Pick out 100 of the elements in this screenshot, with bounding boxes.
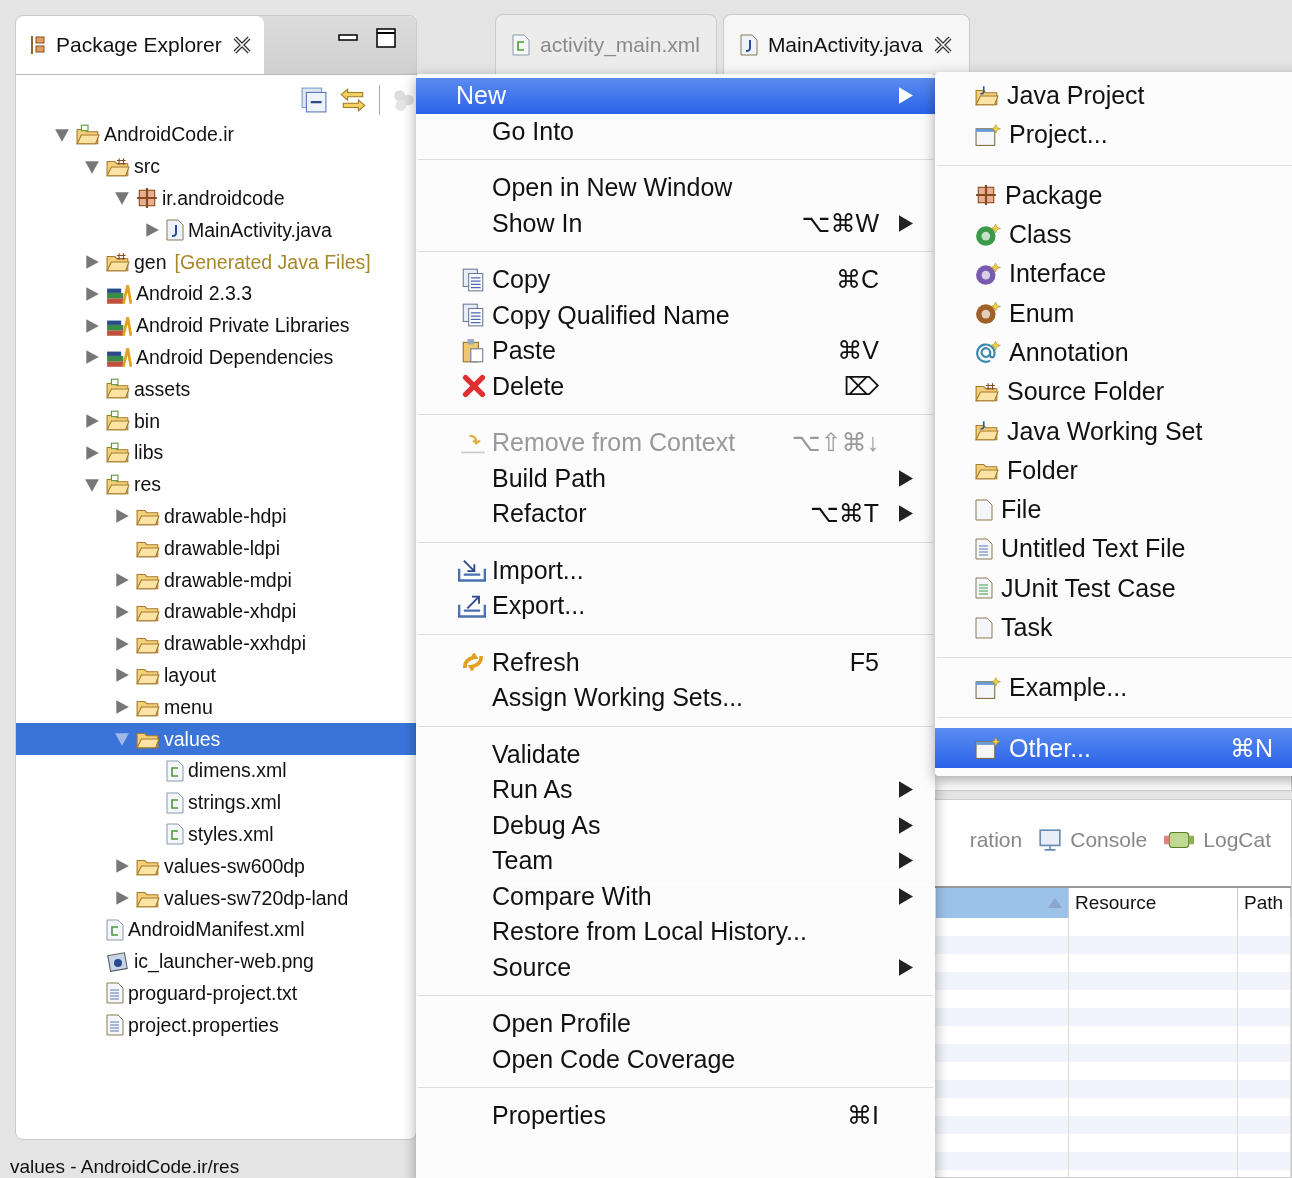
command-entry[interactable]: Java Project [935,76,1292,116]
link-arrows-icon[interactable] [339,87,367,113]
command-entry[interactable]: Other... ⌘N [935,728,1292,768]
command-entry[interactable]: Run As [416,772,935,808]
tree-item[interactable]: res [16,468,416,501]
tree-item[interactable]: Android Dependencies [16,341,416,374]
tree-item[interactable]: menu [16,691,416,724]
tree-item[interactable]: styles.xml [16,818,416,851]
command-entry[interactable]: New [416,78,935,114]
tree-item[interactable]: MainActivity.java [16,214,416,247]
view-tab[interactable]: ration [969,828,1023,852]
command-entry[interactable]: Folder [935,450,1292,490]
command-entry[interactable]: Enum [935,293,1292,333]
command-entry[interactable]: Assign Working Sets... [416,680,935,716]
command-entry[interactable]: Source Folder [935,372,1292,412]
tree-item[interactable]: drawable-xhdpi [16,595,416,628]
collapsed-arrow-icon[interactable] [114,508,130,525]
tree-item[interactable]: src [16,150,416,183]
collapse-all-icon[interactable] [301,87,327,113]
command-entry[interactable]: Refactor ⌥⌘T [416,496,935,532]
tree-item[interactable]: Android 2.3.3 [16,278,416,310]
collapsed-arrow-icon[interactable] [114,572,130,589]
editor-tab[interactable]: MainActivity.java [722,14,970,74]
command-entry[interactable]: Properties ⌘I [416,1098,935,1134]
command-entry[interactable]: Team [416,843,935,879]
tree-item[interactable]: values [16,723,416,755]
tree-item[interactable]: ir.androidcode [16,182,416,215]
command-entry[interactable]: Task [935,607,1292,648]
tree-item[interactable]: drawable-hdpi [16,500,416,533]
tree-item[interactable]: layout [16,659,416,692]
collapsed-arrow-icon[interactable] [84,317,100,334]
tree-item[interactable]: dimens.xml [16,754,416,787]
command-entry[interactable]: Untitled Text File [935,529,1292,569]
command-entry[interactable]: Paste ⌘V [416,333,935,369]
expanded-arrow-icon[interactable] [84,158,100,175]
tree-item[interactable]: Android Private Libraries [16,309,416,342]
command-entry[interactable]: Show In ⌥⌘W [416,205,935,241]
tree-item[interactable]: drawable-mdpi [16,564,416,596]
command-entry[interactable]: Annotation [935,332,1292,373]
tree-item[interactable]: strings.xml [16,786,416,819]
tree-item[interactable]: AndroidCode.ir [16,119,416,151]
view-tab[interactable]: Package Explorer [16,16,264,74]
maximize-icon[interactable] [376,28,396,48]
collapsed-arrow-icon[interactable] [144,222,160,239]
minimize-icon[interactable] [338,34,358,42]
command-entry[interactable]: Interface [935,254,1292,294]
collapsed-arrow-icon[interactable] [84,254,100,271]
expanded-arrow-icon[interactable] [114,731,130,748]
command-entry[interactable]: Open Code Coverage [416,1041,935,1077]
command-entry[interactable]: Refresh F5 [416,644,935,680]
tree-item[interactable]: ic_launcher-web.png [16,945,416,978]
command-entry[interactable]: Restore from Local History... [416,914,935,950]
command-entry[interactable]: File [935,489,1292,530]
command-entry[interactable]: Compare With [416,878,935,914]
tree-item[interactable]: assets [16,373,416,406]
view-tab[interactable]: LogCat [1203,828,1271,852]
command-entry[interactable]: Copy Qualified Name [416,297,935,333]
tree-item[interactable]: AndroidManifest.xml [16,913,416,946]
collapsed-arrow-icon[interactable] [84,444,100,461]
command-entry[interactable]: Export... [416,588,935,624]
command-entry[interactable]: Class [935,214,1292,255]
collapsed-arrow-icon[interactable] [114,603,130,620]
expanded-arrow-icon[interactable] [84,476,100,493]
collapsed-arrow-icon[interactable] [114,890,130,906]
collapsed-arrow-icon[interactable] [114,635,130,652]
tree-item[interactable]: values-sw600dp [16,850,416,883]
collapsed-arrow-icon[interactable] [84,285,100,302]
command-entry[interactable]: Go Into [416,113,935,149]
close-icon[interactable] [231,35,252,55]
command-entry[interactable]: Build Path [416,460,935,496]
command-entry[interactable]: Copy ⌘C [416,262,935,298]
tree-item[interactable]: drawable-xxhdpi [16,627,416,660]
view-tab[interactable]: Console [1070,828,1148,852]
collapsed-arrow-icon[interactable] [114,667,130,684]
command-entry[interactable]: Delete ⌦ [416,368,935,404]
command-entry[interactable]: JUnit Test Case [935,568,1292,608]
tree-item[interactable]: proguard-project.txt [16,977,416,1010]
command-entry[interactable]: Example... [935,668,1292,708]
tree-item[interactable]: project.properties [16,1009,416,1042]
expanded-arrow-icon[interactable] [54,126,70,143]
tree-item[interactable]: drawable-ldpi [16,532,416,565]
command-entry[interactable]: Validate [416,736,935,772]
tree-item[interactable]: gen [Generated Java Files] [16,246,416,278]
command-entry[interactable]: Debug As [416,807,935,843]
command-entry[interactable]: Source [416,949,935,985]
command-entry[interactable]: Open in New Window [416,170,935,206]
close-icon[interactable] [932,34,953,55]
command-entry[interactable]: Import... [416,552,935,588]
tree-item[interactable]: bin [16,405,416,437]
collapsed-arrow-icon[interactable] [84,349,100,366]
command-entry[interactable]: Open Profile [416,1006,935,1042]
collapsed-arrow-icon[interactable] [114,858,130,875]
command-entry[interactable]: Package [935,175,1292,215]
expanded-arrow-icon[interactable] [114,190,130,207]
command-entry[interactable]: Java Working Set [935,411,1292,451]
collapsed-arrow-icon[interactable] [114,699,130,716]
tree-item[interactable]: libs [16,436,416,469]
tree-item[interactable]: values-sw720dp-land [16,882,416,914]
collapsed-arrow-icon[interactable] [84,413,100,430]
command-entry[interactable]: Project... [935,115,1292,155]
